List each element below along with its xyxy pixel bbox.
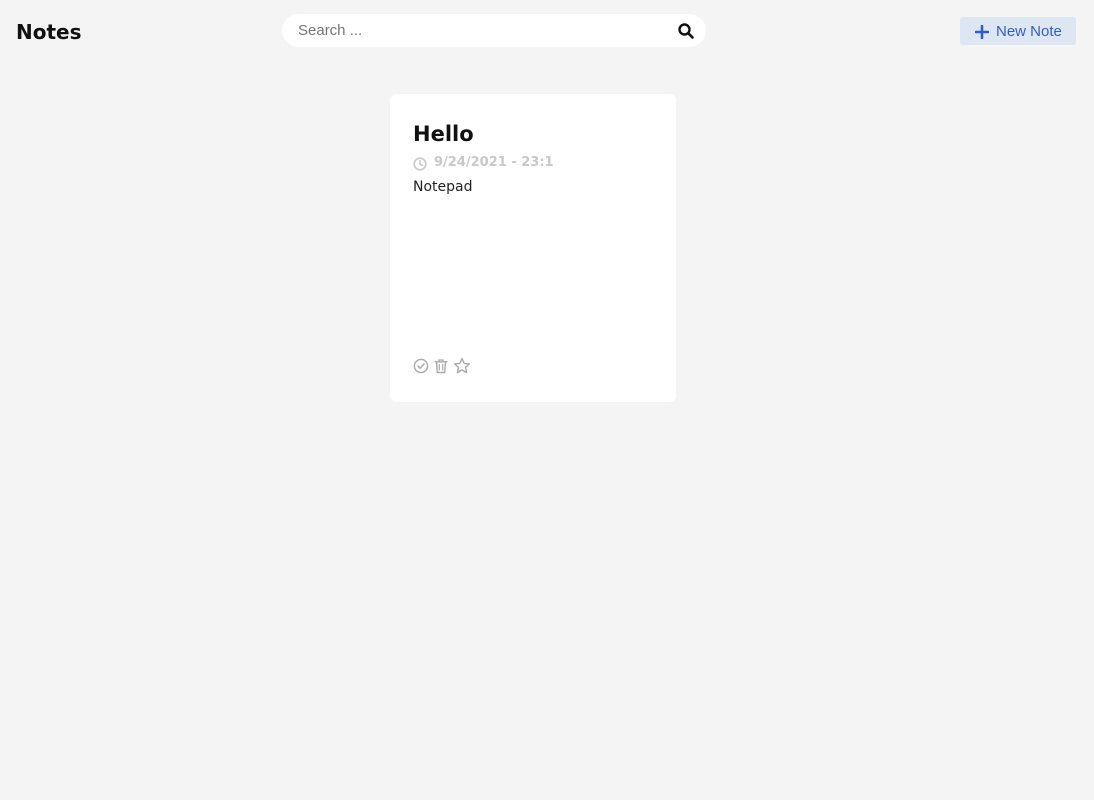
clock-icon — [413, 156, 427, 171]
note-card[interactable]: Hello 9/24/2021 - 23:1 Notepad — [390, 94, 676, 402]
app-title: Notes — [16, 20, 82, 44]
search-icon[interactable] — [677, 22, 695, 40]
search-box — [282, 14, 706, 47]
new-note-label: New Note — [996, 22, 1062, 40]
star-icon[interactable] — [453, 357, 471, 375]
check-circle-icon[interactable] — [413, 358, 429, 374]
note-date-row: 9/24/2021 - 23:1 — [413, 155, 554, 171]
note-title: Hello — [413, 122, 474, 146]
plus-icon — [974, 24, 990, 40]
search-input[interactable] — [298, 14, 668, 47]
note-actions — [413, 357, 475, 375]
trash-icon[interactable] — [433, 358, 449, 374]
header: Notes New Note — [0, 0, 1094, 70]
new-note-button[interactable]: New Note — [960, 17, 1076, 45]
note-date: 9/24/2021 - 23:1 — [434, 155, 554, 170]
note-body: Notepad — [413, 179, 473, 195]
